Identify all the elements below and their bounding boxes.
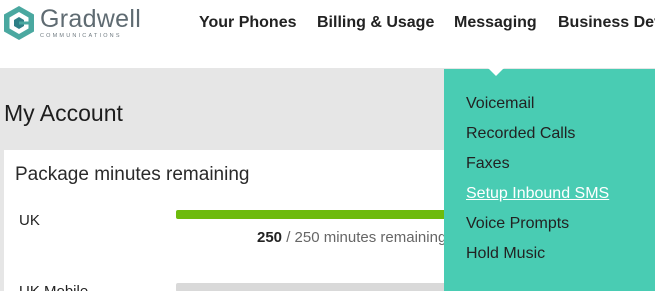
menu-item-recorded-calls[interactable]: Recorded Calls — [466, 125, 575, 143]
row-label-uk-mobile: UK Mobile — [19, 283, 88, 291]
uk-minutes-total: / 250 minutes remaining — [282, 229, 447, 246]
menu-item-voice-prompts[interactable]: Voice Prompts — [466, 215, 569, 233]
nav-business-dev[interactable]: Business Dev — [558, 14, 655, 32]
nav-your-phones[interactable]: Your Phones — [199, 14, 297, 32]
row-label-uk: UK — [19, 212, 40, 229]
package-title: Package minutes remaining — [15, 164, 250, 185]
nav-billing-usage[interactable]: Billing & Usage — [317, 14, 434, 32]
uk-minutes-remaining: 250 — [257, 229, 283, 246]
uk-progress-bar — [176, 210, 476, 219]
brand-logo[interactable]: Gradwell COMMUNICATIONS — [2, 5, 141, 41]
dropdown-caret-icon — [487, 67, 505, 76]
menu-item-hold-music[interactable]: Hold Music — [466, 245, 545, 263]
nav-messaging[interactable]: Messaging — [454, 14, 537, 32]
top-bar: Gradwell COMMUNICATIONS Your Phones Bill… — [0, 0, 655, 68]
uk-mobile-progress-bar — [176, 283, 476, 291]
menu-item-setup-inbound-sms[interactable]: Setup Inbound SMS — [466, 185, 609, 203]
gradwell-logo-icon — [4, 6, 34, 40]
menu-item-faxes[interactable]: Faxes — [466, 155, 510, 173]
brand-name: Gradwell — [40, 5, 142, 33]
uk-minutes-caption: 250 / 250 minutes remaining — [257, 229, 446, 246]
brand-tagline: COMMUNICATIONS — [40, 33, 122, 39]
menu-item-voicemail[interactable]: Voicemail — [466, 95, 534, 113]
page-title: My Account — [4, 100, 123, 126]
uk-progress-fill — [176, 210, 476, 219]
